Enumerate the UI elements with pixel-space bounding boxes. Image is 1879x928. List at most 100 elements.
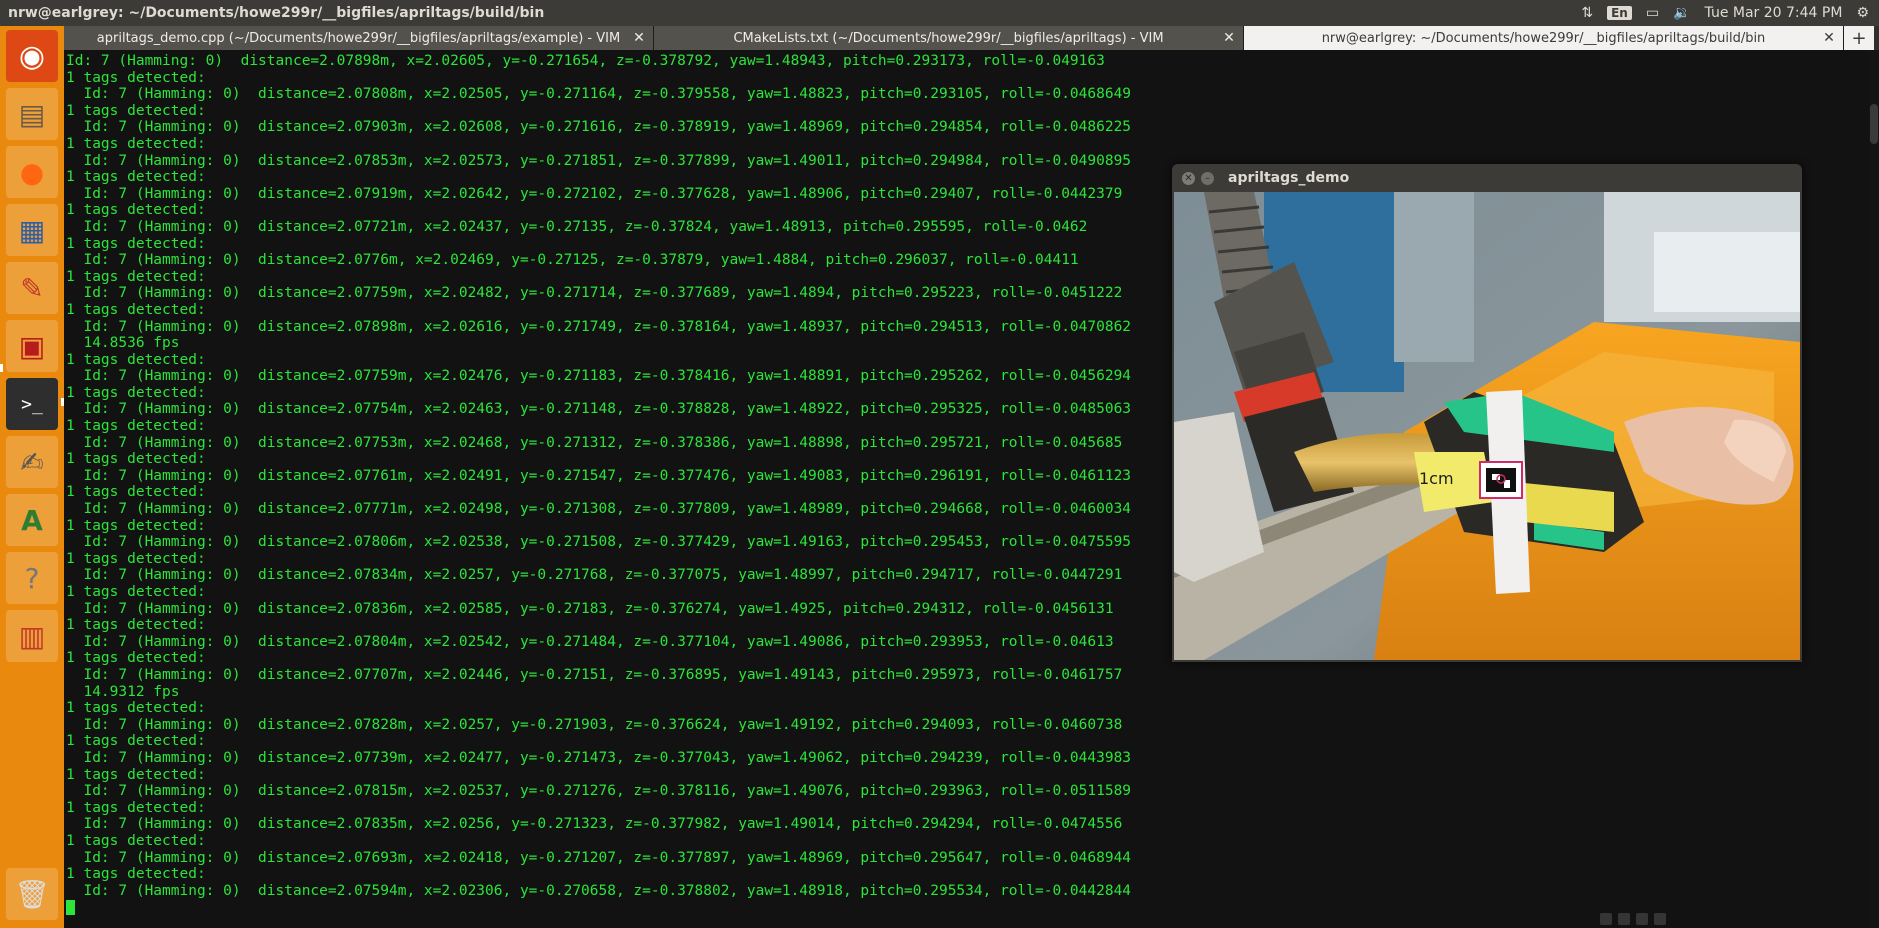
terminal-line: 1 tags detected: [66, 102, 206, 119]
terminal-line: Id: 7 (Hamming: 0) distance=2.07853m, x=… [66, 152, 1132, 169]
terminal-line: 1 tags detected: [66, 866, 206, 883]
terminal-line: Id: 7 (Hamming: 0) distance=2.0776m, x=2… [66, 252, 1079, 269]
tab-terminal-bin[interactable]: nrw@earlgrey: ~/Documents/howe299r/__big… [1244, 26, 1844, 50]
top-panel: nrw@earlgrey: ~/Documents/howe299r/__big… [0, 0, 1879, 26]
terminal-line: Id: 7 (Hamming: 0) distance=2.07759m, x=… [66, 285, 1123, 302]
terminal-line: Id: 7 (Hamming: 0) distance=2.07707m, x=… [66, 666, 1123, 683]
terminal-line: Id: 7 (Hamming: 0) distance=2.07721m, x=… [66, 218, 1088, 235]
camera-frame: 1cm [1174, 192, 1800, 660]
active-app-marker [0, 364, 3, 372]
window-title: apriltags_demo [1228, 170, 1350, 186]
terminal-line: 1 tags detected: [66, 617, 206, 634]
terminal-icon[interactable]: >_ [6, 378, 58, 430]
terminal-line: Id: 7 (Hamming: 0) distance=2.07835m, x=… [66, 816, 1123, 833]
terminal-line: 1 tags detected: [66, 384, 206, 401]
document-viewer-icon[interactable]: ▦ [6, 204, 58, 256]
battery-icon[interactable]: ▭ [1646, 5, 1659, 21]
terminal-line: 1 tags detected: [66, 766, 206, 783]
terminal-line: 14.9312 fps [66, 683, 180, 700]
tray-icon [1618, 913, 1630, 925]
text-editor-icon[interactable]: ✍ [6, 436, 58, 488]
terminal-line: Id: 7 (Hamming: 0) distance=2.07759m, x=… [66, 368, 1132, 385]
workspace-switcher-icon[interactable]: ▥ [6, 610, 58, 662]
system-settings-icon[interactable]: ✎ [6, 262, 58, 314]
software-updater-icon[interactable]: A [6, 494, 58, 546]
terminal-line: 1 tags detected: [66, 733, 206, 750]
close-icon[interactable]: ✕ [631, 30, 647, 46]
terminal-line: 1 tags detected: [66, 799, 206, 816]
volume-icon[interactable]: 🔉 [1673, 5, 1690, 21]
terminal-line: 1 tags detected: [66, 650, 206, 667]
terminal-line: Id: 7 (Hamming: 0) distance=2.07903m, x=… [66, 119, 1132, 136]
terminal-line: 1 tags detected: [66, 584, 206, 600]
terminal-line: Id: 7 (Hamming: 0) distance=2.07594m, x=… [66, 882, 1132, 899]
indicator-area: ⇅ En ▭ 🔉 Tue Mar 20 7:44 PM ⚙ [1581, 0, 1869, 26]
terminal-line: 1 tags detected: [66, 135, 206, 152]
terminal-line: 1 tags detected: [66, 451, 206, 468]
system-tray-faint [1600, 910, 1666, 928]
terminal-line: 1 tags detected: [66, 700, 206, 717]
terminal-line: 14.8536 fps [66, 335, 180, 352]
terminal-line: Id: 7 (Hamming: 0) distance=2.07771m, x=… [66, 501, 1132, 518]
system-monitor-icon[interactable]: ▣ [6, 320, 58, 372]
terminal-line: Id: 7 (Hamming: 0) distance=2.07806m, x=… [66, 534, 1132, 551]
window-title: nrw@earlgrey: ~/Documents/howe299r/__big… [8, 5, 545, 21]
tray-icon [1654, 913, 1666, 925]
close-icon[interactable]: ✕ [1182, 171, 1195, 185]
terminal-tabs: apriltags_demo.cpp (~/Documents/howe299r… [64, 26, 1879, 50]
tab-apriltags-demo-vim[interactable]: apriltags_demo.cpp (~/Documents/howe299r… [64, 26, 654, 50]
tab-label: CMakeLists.txt (~/Documents/howe299r/__b… [733, 30, 1164, 46]
help-icon[interactable]: ? [6, 552, 58, 604]
terminal-line: 1 tags detected: [66, 351, 206, 368]
terminal-line: Id: 7 (Hamming: 0) distance=2.07898m, x=… [66, 318, 1132, 335]
apriltags-demo-window[interactable]: ✕ – apriltags_demo 1cm [1172, 164, 1802, 662]
new-tab-button[interactable]: + [1844, 26, 1874, 50]
terminal-line: 1 tags detected: [66, 169, 206, 186]
terminal-line: Id: 7 (Hamming: 0) distance=2.07836m, x=… [66, 600, 1114, 617]
terminal-line: 1 tags detected: [66, 517, 206, 534]
terminal-line: 1 tags detected: [66, 268, 206, 285]
tray-icon [1636, 913, 1648, 925]
tray-icon [1600, 913, 1612, 925]
terminal-scrollbar[interactable] [1869, 50, 1879, 928]
terminal-prompt-line [66, 899, 1131, 916]
window-titlebar[interactable]: ✕ – apriltags_demo [1172, 164, 1802, 192]
apriltag [1486, 468, 1516, 492]
terminal-text: Id: 7 (Hamming: 0) distance=2.07898m, x=… [66, 53, 1131, 916]
trash-icon[interactable]: 🗑 [6, 868, 58, 920]
terminal-line: Id: 7 (Hamming: 0) distance=2.07898m, x=… [66, 53, 1105, 69]
terminal-line: 1 tags detected: [66, 550, 206, 567]
terminal-line: Id: 7 (Hamming: 0) distance=2.07739m, x=… [66, 749, 1132, 766]
scrollbar-thumb[interactable] [1870, 104, 1878, 144]
close-icon[interactable]: ✕ [1221, 30, 1237, 46]
tab-label: nrw@earlgrey: ~/Documents/howe299r/__big… [1321, 30, 1766, 46]
close-icon[interactable]: ✕ [1821, 30, 1837, 46]
terminal-line: 1 tags detected: [66, 418, 206, 435]
minimize-icon[interactable]: – [1201, 171, 1214, 185]
keyboard-layout-indicator[interactable]: En [1607, 6, 1632, 20]
terminal-line: 1 tags detected: [66, 202, 206, 219]
terminal-line: Id: 7 (Hamming: 0) distance=2.07919m, x=… [66, 185, 1123, 202]
network-transfer-icon[interactable]: ⇅ [1581, 5, 1593, 21]
unity-launcher: ◉ ▤ ● ▦ ✎ ▣ >_ ✍ A ? ▥ 🗑 [0, 26, 64, 928]
tab-cmakelists-vim[interactable]: CMakeLists.txt (~/Documents/howe299r/__b… [654, 26, 1244, 50]
terminal-line: Id: 7 (Hamming: 0) distance=2.07815m, x=… [66, 783, 1132, 800]
tab-label: apriltags_demo.cpp (~/Documents/howe299r… [96, 30, 621, 46]
terminal-line: Id: 7 (Hamming: 0) distance=2.07753m, x=… [66, 434, 1123, 451]
clock[interactable]: Tue Mar 20 7:44 PM [1705, 5, 1843, 21]
terminal-line: 1 tags detected: [66, 235, 206, 252]
terminal-line: Id: 7 (Hamming: 0) distance=2.07761m, x=… [66, 467, 1132, 484]
tape-label: 1cm [1419, 469, 1454, 488]
terminal-line: Id: 7 (Hamming: 0) distance=2.07693m, x=… [66, 849, 1132, 866]
gear-icon[interactable]: ⚙ [1856, 5, 1869, 21]
terminal-line: 1 tags detected: [66, 484, 206, 501]
files-icon[interactable]: ▤ [6, 88, 58, 140]
terminal-line: Id: 7 (Hamming: 0) distance=2.07808m, x=… [66, 86, 1132, 103]
terminal-line: Id: 7 (Hamming: 0) distance=2.07754m, x=… [66, 401, 1132, 418]
ubuntu-dash-icon[interactable]: ◉ [6, 30, 58, 82]
terminal-line: 1 tags detected: [66, 832, 206, 849]
terminal-cursor [66, 899, 75, 915]
camera-image: 1cm [1174, 192, 1800, 660]
terminal-line: 1 tags detected: [66, 69, 206, 86]
firefox-icon[interactable]: ● [6, 146, 58, 198]
